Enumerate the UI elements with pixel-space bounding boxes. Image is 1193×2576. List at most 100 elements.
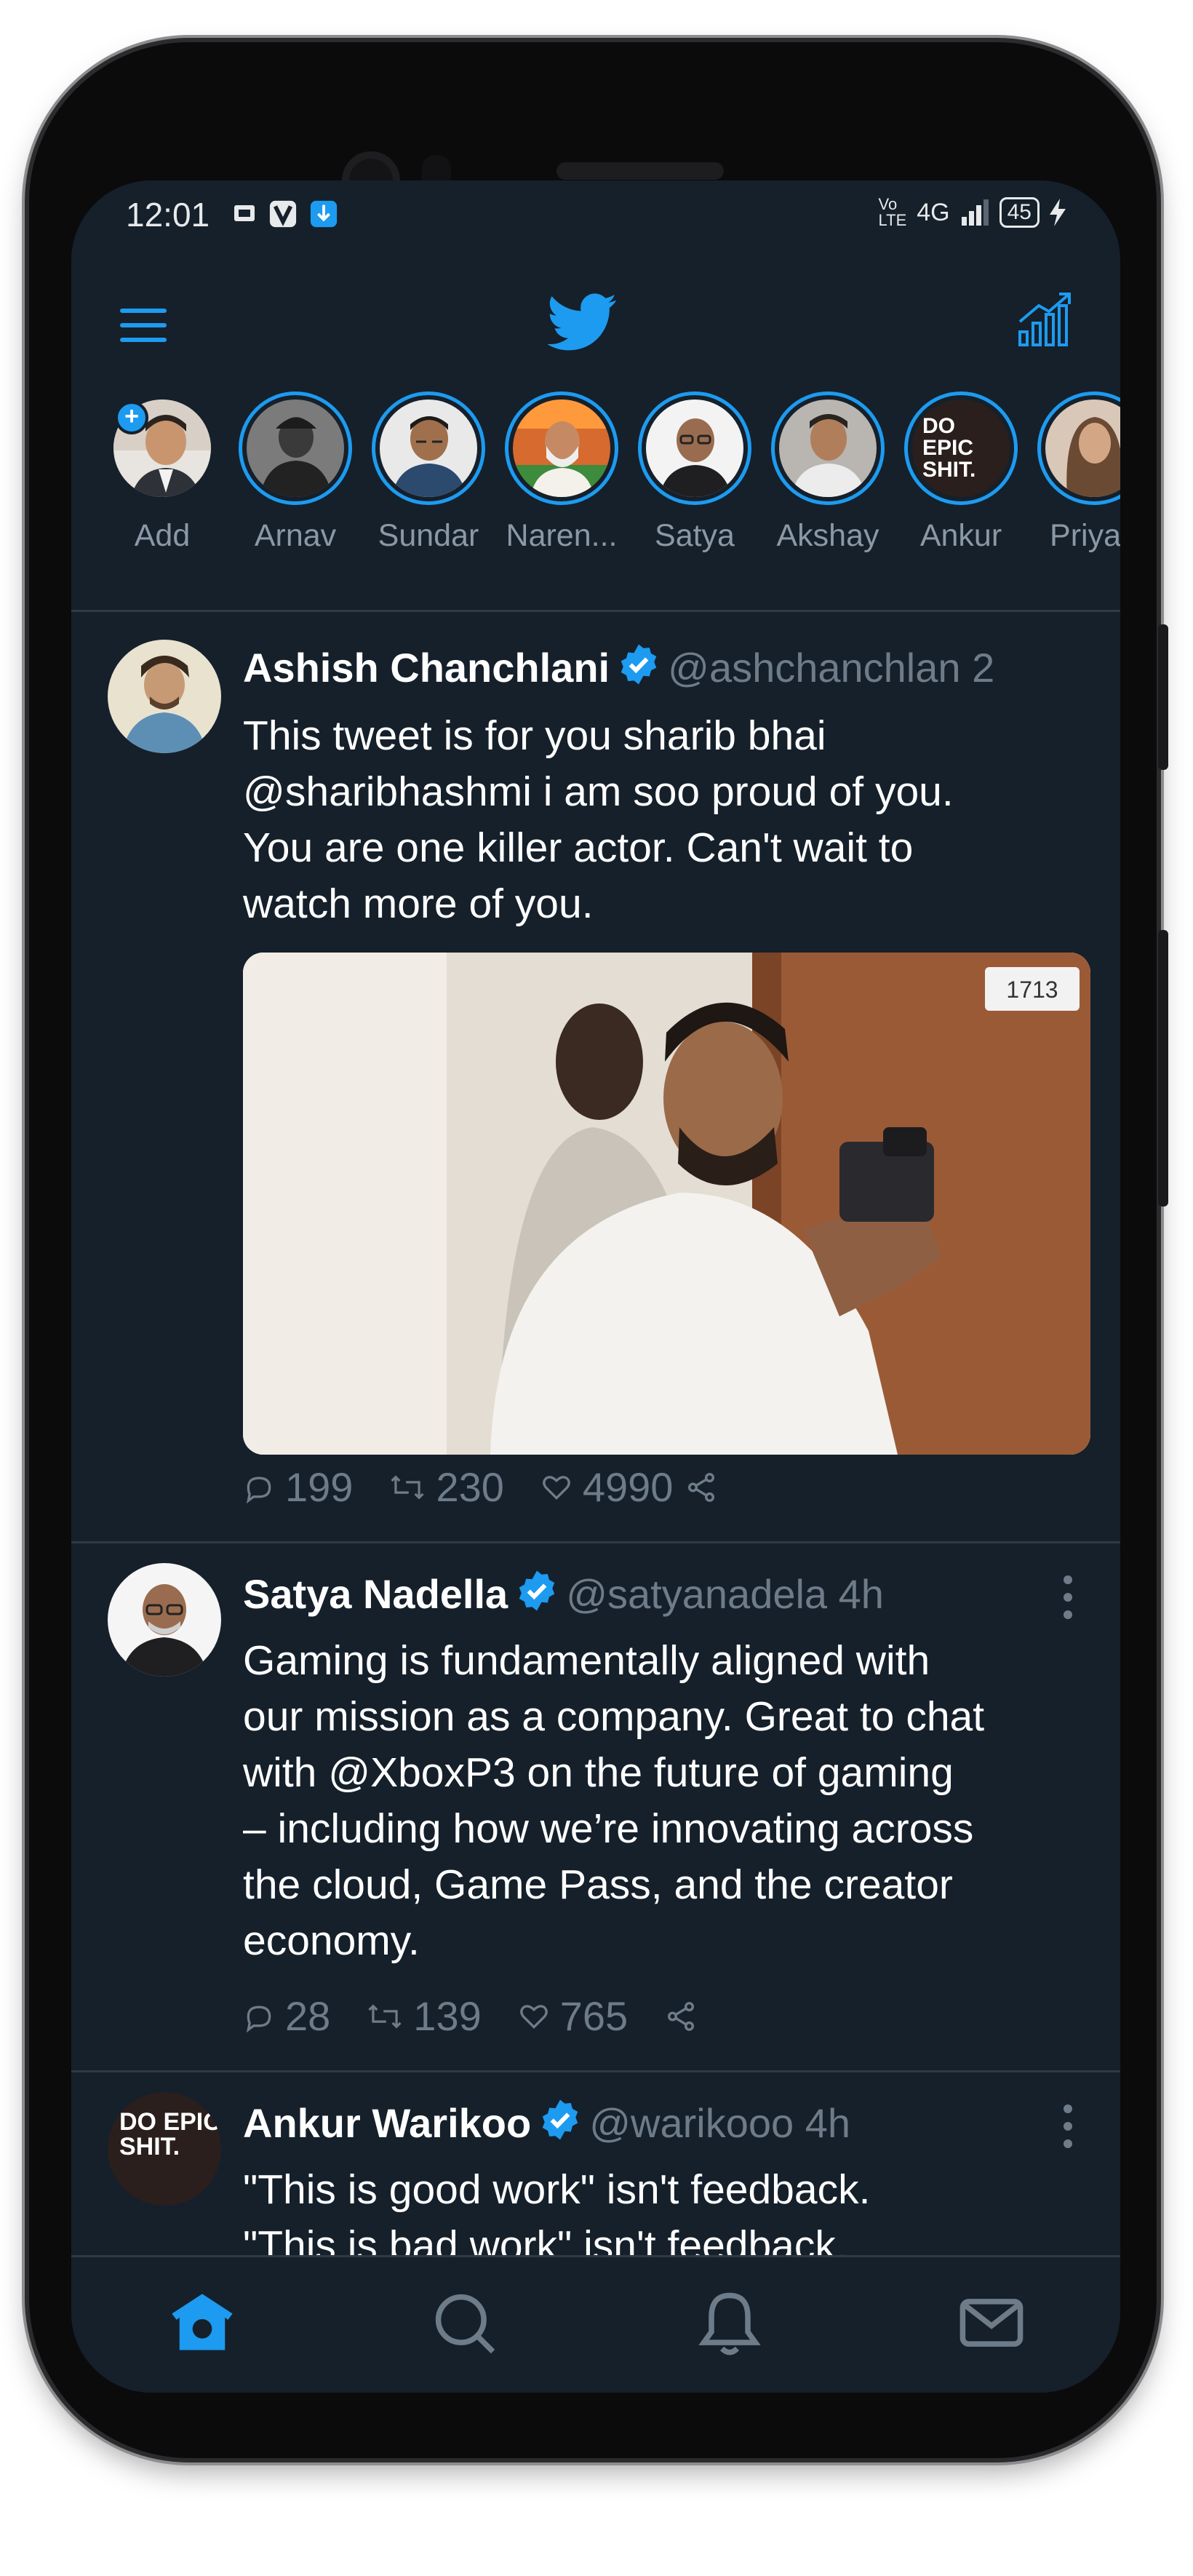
fleet-name: Akshay [776,518,879,553]
avatar [513,399,610,497]
fleet-avatar-ring [771,391,885,505]
notification-app-icon [234,205,255,221]
battery-level: 45 [999,197,1040,228]
retweet-button[interactable]: 139 [367,1992,482,2040]
status-bar: 12:01 Vo LTE 4G 45 [71,180,1120,246]
fleet-sundar[interactable]: Sundar [370,391,487,554]
fleet-name: Add [134,518,191,553]
tweet-header: Ankur Warikoo @warikooo 4h [243,2098,850,2147]
fleet-avatar-ring [372,391,485,505]
avatar-text: DO EPIC SHIT. [922,414,976,482]
avatar [380,399,477,497]
share-icon[interactable] [685,1471,718,1504]
fleet-avatar-ring [505,391,618,505]
reply-icon [246,2005,271,2032]
reply-icon [246,1476,271,1503]
notifications-icon[interactable] [693,2286,766,2359]
avatar: DO EPIC SHIT. [912,399,1010,497]
fleet-add[interactable]: + Add [104,391,220,554]
status-right: Vo LTE 4G 45 [879,196,1066,228]
door-number: 1713 [1006,977,1058,1003]
download-icon [310,200,338,228]
more-options-icon[interactable] [1061,1574,1075,1621]
avatar[interactable] [108,1563,221,1677]
share-icon[interactable] [664,2000,698,2033]
tweet-card[interactable]: Satya Nadella @satyanadela 4h Gaming is f… [71,1541,1120,2072]
tweet-card[interactable]: Ashish Chanchlani @ashchanchlan 2 This tw… [71,612,1120,1543]
tweet-author-name[interactable]: Ankur Warikoo [243,2100,531,2146]
home-icon[interactable] [166,2286,239,2359]
heart-icon [519,2004,548,2029]
tweet-handle: @warikooo [589,2100,794,2146]
status-time: 12:01 [126,196,210,234]
avatar[interactable]: DO EPIC SHIT. [108,2092,221,2206]
top-app-bar [71,268,1120,391]
avatar [779,399,877,497]
fleet-avatar-ring: DO EPIC SHIT. [904,391,1018,505]
more-options-icon[interactable] [1061,2103,1075,2150]
add-fleet-badge: + [115,401,148,434]
verified-badge-icon [542,2099,578,2140]
app-screen: 12:01 Vo LTE 4G 45 + Add Arnav Sundar Na… [71,180,1120,2393]
tweet-media-image[interactable]: 1713 [243,953,1090,1455]
signal-icon [961,199,989,226]
fleet-akshay[interactable]: Akshay [770,391,886,554]
heart-icon [543,1475,570,1500]
volume-button [1158,624,1168,770]
earpiece-speaker [556,162,724,180]
search-icon[interactable] [428,2286,500,2359]
fleet-avatar-ring: + [105,391,219,505]
like-button[interactable]: 4990 [540,1463,674,1511]
fleet-name: Arnav [254,518,337,553]
tweet-header: Ashish Chanchlani @ashchanchlan 2 [243,643,994,691]
tweet-author-name[interactable]: Ashish Chanchlani [243,645,610,691]
fleet-ankur[interactable]: DO EPIC SHIT. Ankur [903,391,1019,554]
network-label: 4G [917,198,950,226]
retweet-count: 230 [436,1464,504,1510]
tweet-time: 4h [838,1571,884,1617]
like-count: 4990 [582,1464,674,1510]
retweet-icon [368,2003,402,2029]
fleet-avatar-ring [1037,391,1120,505]
volte-indicator: Vo LTE [878,195,907,229]
fleet-name: Ankur [919,518,1002,553]
messages-icon[interactable] [955,2286,1028,2359]
analytics-chart-icon[interactable] [1017,290,1075,348]
tweet-header: Satya Nadella @satyanadela 4h [243,1569,884,1618]
reply-count: 199 [285,1464,354,1510]
avatar [646,399,743,497]
charging-icon [1050,199,1066,226]
avatar-text: DO EPIC SHIT. [119,2108,221,2160]
reply-count: 28 [285,1993,331,2039]
like-button[interactable]: 765 [518,1992,628,2040]
tweet-time: 4h [805,2100,851,2146]
fleet-narendra[interactable]: Naren... [503,391,620,554]
reply-button[interactable]: 199 [243,1463,353,1511]
retweet-count: 139 [413,1993,482,2039]
verified-badge-icon [519,1570,555,1611]
hamburger-menu-icon[interactable] [119,304,169,348]
tweet-handle: @ashchanchlan [668,645,961,691]
fleet-avatar-ring [239,391,352,505]
fleet-priyanka[interactable]: Priyan [1036,391,1120,554]
tweet-handle: @satyanadela [566,1571,828,1617]
tweet-author-name[interactable]: Satya Nadella [243,1571,508,1617]
tweet-time: 2 [972,645,995,691]
reply-button[interactable]: 28 [243,1992,330,2040]
fleets-row: + Add Arnav Sundar Naren... Satya Akshay… [71,391,1120,612]
fleet-satya[interactable]: Satya [637,391,753,554]
retweet-icon [391,1474,425,1500]
verified-badge-icon [621,644,657,685]
fleet-name: Priyan [1050,518,1120,553]
retweet-button[interactable]: 230 [389,1463,504,1511]
fleet-name: Satya [655,518,735,553]
avatar[interactable] [108,640,221,753]
fleet-avatar-ring [638,391,751,505]
twitter-bird-icon[interactable] [548,293,618,351]
bottom-navigation [71,2255,1120,2393]
tweet-actions: 199 230 4990 [243,1463,718,1511]
fleet-name: Naren... [506,518,618,553]
avatar [247,399,344,497]
fleet-arnav[interactable]: Arnav [237,391,354,554]
vpn-v-icon [269,200,297,228]
